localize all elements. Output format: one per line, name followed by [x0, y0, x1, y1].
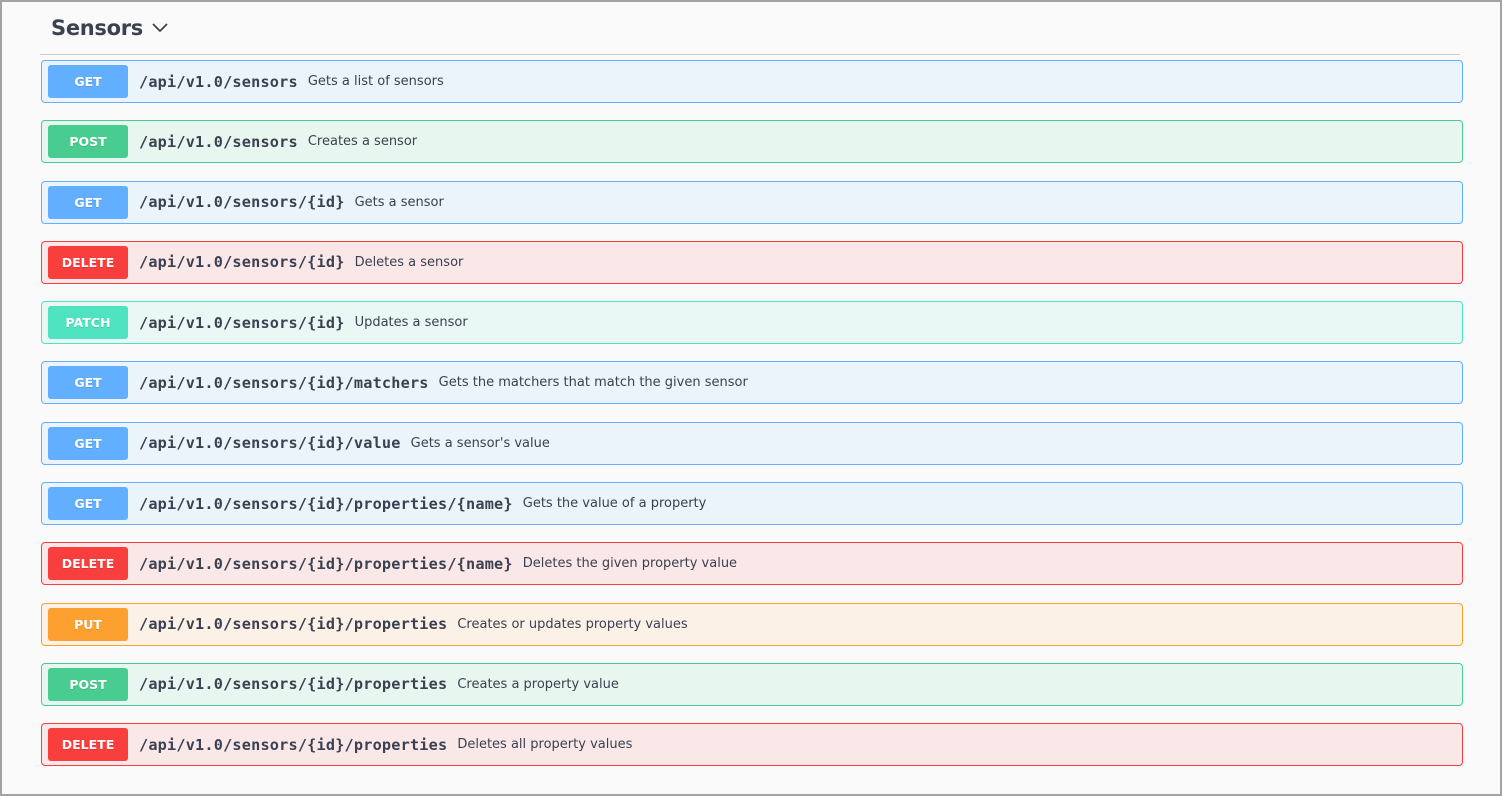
swagger-panel: Sensors GET/api/v1.0/sensors Gets a list … — [0, 0, 1502, 796]
operation-path: /api/v1.0/sensors — [139, 72, 298, 91]
operation-summary: Gets a list of sensors — [307, 74, 444, 89]
method-badge: GET — [48, 426, 128, 460]
operation-get-row[interactable]: GET/api/v1.0/sensors/{id}/matchers Gets t… — [41, 361, 1463, 405]
operation-delete-row[interactable]: DELETE/api/v1.0/sensors/{id}/properties D… — [41, 723, 1463, 767]
method-badge: PATCH — [48, 306, 128, 340]
operation-summary: Gets the matchers that match the given s… — [438, 375, 748, 391]
method-badge: DELETE — [48, 728, 128, 762]
tag-header-sensors[interactable]: Sensors — [40, 2, 1460, 55]
operation-post-row[interactable]: POST/api/v1.0/sensors Creates a sensor — [41, 120, 1463, 164]
method-badge: POST — [48, 125, 128, 159]
operation-path: /api/v1.0/sensors/{id}/properties — [139, 735, 448, 754]
operation-summary: Gets a sensor — [354, 194, 444, 210]
operation-summary: Deletes the given property value — [522, 556, 738, 572]
operation-path: /api/v1.0/sensors/{id} — [139, 253, 345, 272]
operation-delete-row[interactable]: DELETE/api/v1.0/sensors/{id} Deletes a se… — [41, 240, 1463, 284]
operations-list: GET/api/v1.0/sensors Gets a list of senso… — [41, 60, 1463, 784]
method-badge: GET — [48, 185, 128, 219]
operation-summary: Deletes all property values — [457, 737, 633, 753]
operation-path: /api/v1.0/sensors/{id}/matchers — [139, 373, 429, 392]
operation-summary: Creates a sensor — [307, 134, 418, 150]
operation-path: /api/v1.0/sensors/{id}/properties/{name} — [139, 494, 513, 513]
operation-post-row[interactable]: POST/api/v1.0/sensors/{id}/properties Cre… — [41, 662, 1463, 706]
chevron-down-icon[interactable] — [151, 22, 169, 34]
operation-delete-row[interactable]: DELETE/api/v1.0/sensors/{id}/properties/… — [41, 542, 1463, 586]
operation-get-row[interactable]: GET/api/v1.0/sensors/{id}/value Gets a se… — [41, 421, 1463, 465]
operation-get-row[interactable]: GET/api/v1.0/sensors Gets a list of senso… — [41, 60, 1463, 103]
method-badge: POST — [48, 667, 128, 701]
operation-summary: Updates a sensor — [354, 315, 468, 331]
operation-summary: Deletes a sensor — [354, 254, 464, 270]
operation-put-row[interactable]: PUT/api/v1.0/sensors/{id}/properties Crea… — [41, 602, 1463, 646]
operation-path: /api/v1.0/sensors/{id} — [139, 193, 345, 212]
operation-summary: Creates a property value — [457, 676, 619, 692]
method-badge: PUT — [48, 607, 128, 641]
operation-summary: Gets the value of a property — [522, 496, 707, 512]
method-badge: GET — [48, 366, 128, 400]
method-badge: DELETE — [48, 245, 128, 279]
operation-path: /api/v1.0/sensors/{id}/properties — [139, 615, 448, 634]
operation-get-row[interactable]: GET/api/v1.0/sensors/{id}/properties/{na… — [41, 482, 1463, 526]
method-badge: GET — [48, 487, 128, 521]
operation-path: /api/v1.0/sensors/{id}/properties/{name} — [139, 554, 513, 573]
tag-title: Sensors — [51, 16, 144, 40]
operation-path: /api/v1.0/sensors/{id}/value — [139, 434, 401, 453]
operation-summary: Creates or updates property values — [457, 616, 688, 632]
method-badge: DELETE — [48, 547, 128, 581]
operation-summary: Gets a sensor's value — [410, 435, 550, 451]
operation-path: /api/v1.0/sensors — [139, 132, 298, 151]
operation-get-row[interactable]: GET/api/v1.0/sensors/{id} Gets a sensor — [41, 180, 1463, 224]
operation-path: /api/v1.0/sensors/{id} — [139, 313, 345, 332]
operation-path: /api/v1.0/sensors/{id}/properties — [139, 675, 448, 694]
method-badge: GET — [48, 65, 128, 98]
operation-patch-row[interactable]: PATCH/api/v1.0/sensors/{id} Updates a sen… — [41, 301, 1463, 345]
